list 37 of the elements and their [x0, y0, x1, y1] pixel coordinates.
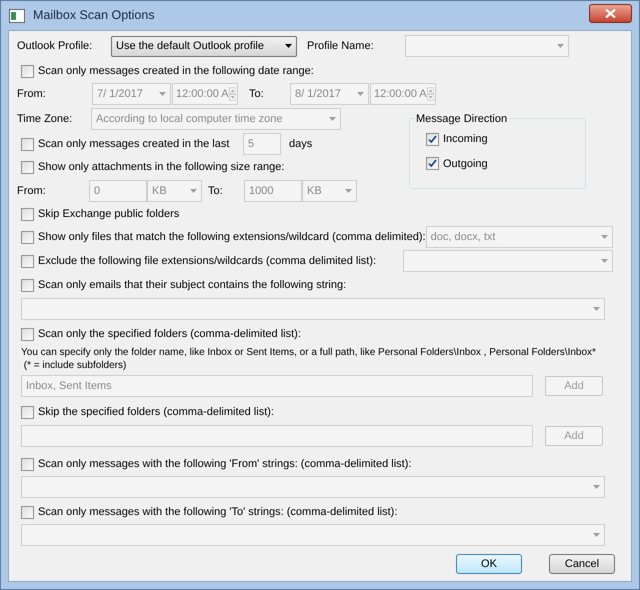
close-button[interactable]: [589, 4, 632, 23]
field-label: days: [289, 136, 312, 152]
caret-icon: [557, 44, 564, 48]
caret-icon: [601, 235, 608, 239]
caret-icon: [345, 189, 352, 193]
field-label: Profile Name:: [307, 38, 375, 54]
field-label: From:: [17, 86, 47, 102]
field-label: To:: [249, 86, 265, 102]
checkbox[interactable]: Skip Exchange public folders: [21, 206, 180, 222]
close-icon: [605, 9, 616, 18]
checkbox[interactable]: Incoming: [426, 131, 585, 148]
field-label: Outlook Profile:: [17, 38, 94, 54]
spin-arrows-icon: [228, 85, 236, 103]
caret-icon: [285, 44, 292, 48]
caret-icon: [601, 259, 608, 263]
caret-icon: [357, 92, 364, 96]
field-label: Time Zone:: [17, 112, 74, 127]
field-label: To:: [208, 184, 224, 199]
check-icon: [428, 159, 437, 168]
dialog-button[interactable]: OK: [456, 554, 522, 574]
field-label: From:: [17, 184, 47, 199]
check-icon: [428, 134, 437, 144]
window-icon: [9, 8, 25, 22]
caret-icon: [329, 117, 336, 121]
dialog-button[interactable]: Cancel: [549, 554, 615, 574]
caret-icon: [593, 533, 600, 537]
profile-dropdown[interactable]: Use the default Outlook profile: [111, 36, 297, 56]
group-title: Message Direction: [416, 111, 508, 128]
caret-icon: [159, 92, 166, 96]
window-title: Mailbox Scan Options: [33, 7, 155, 24]
caret-icon: [593, 307, 600, 311]
caret-icon: [190, 189, 197, 193]
caret-icon: [593, 485, 600, 489]
checkbox[interactable]: Outgoing: [426, 156, 585, 172]
spin-arrows-icon: [426, 85, 434, 103]
hint-text: (* = include subfolders): [22, 359, 126, 372]
hint-text: You can specify only the folder name, like Inbox or Sent Items, or a full path, like Personal Folders\Inbox , Personal Folders\Inbox*: [21, 346, 596, 359]
